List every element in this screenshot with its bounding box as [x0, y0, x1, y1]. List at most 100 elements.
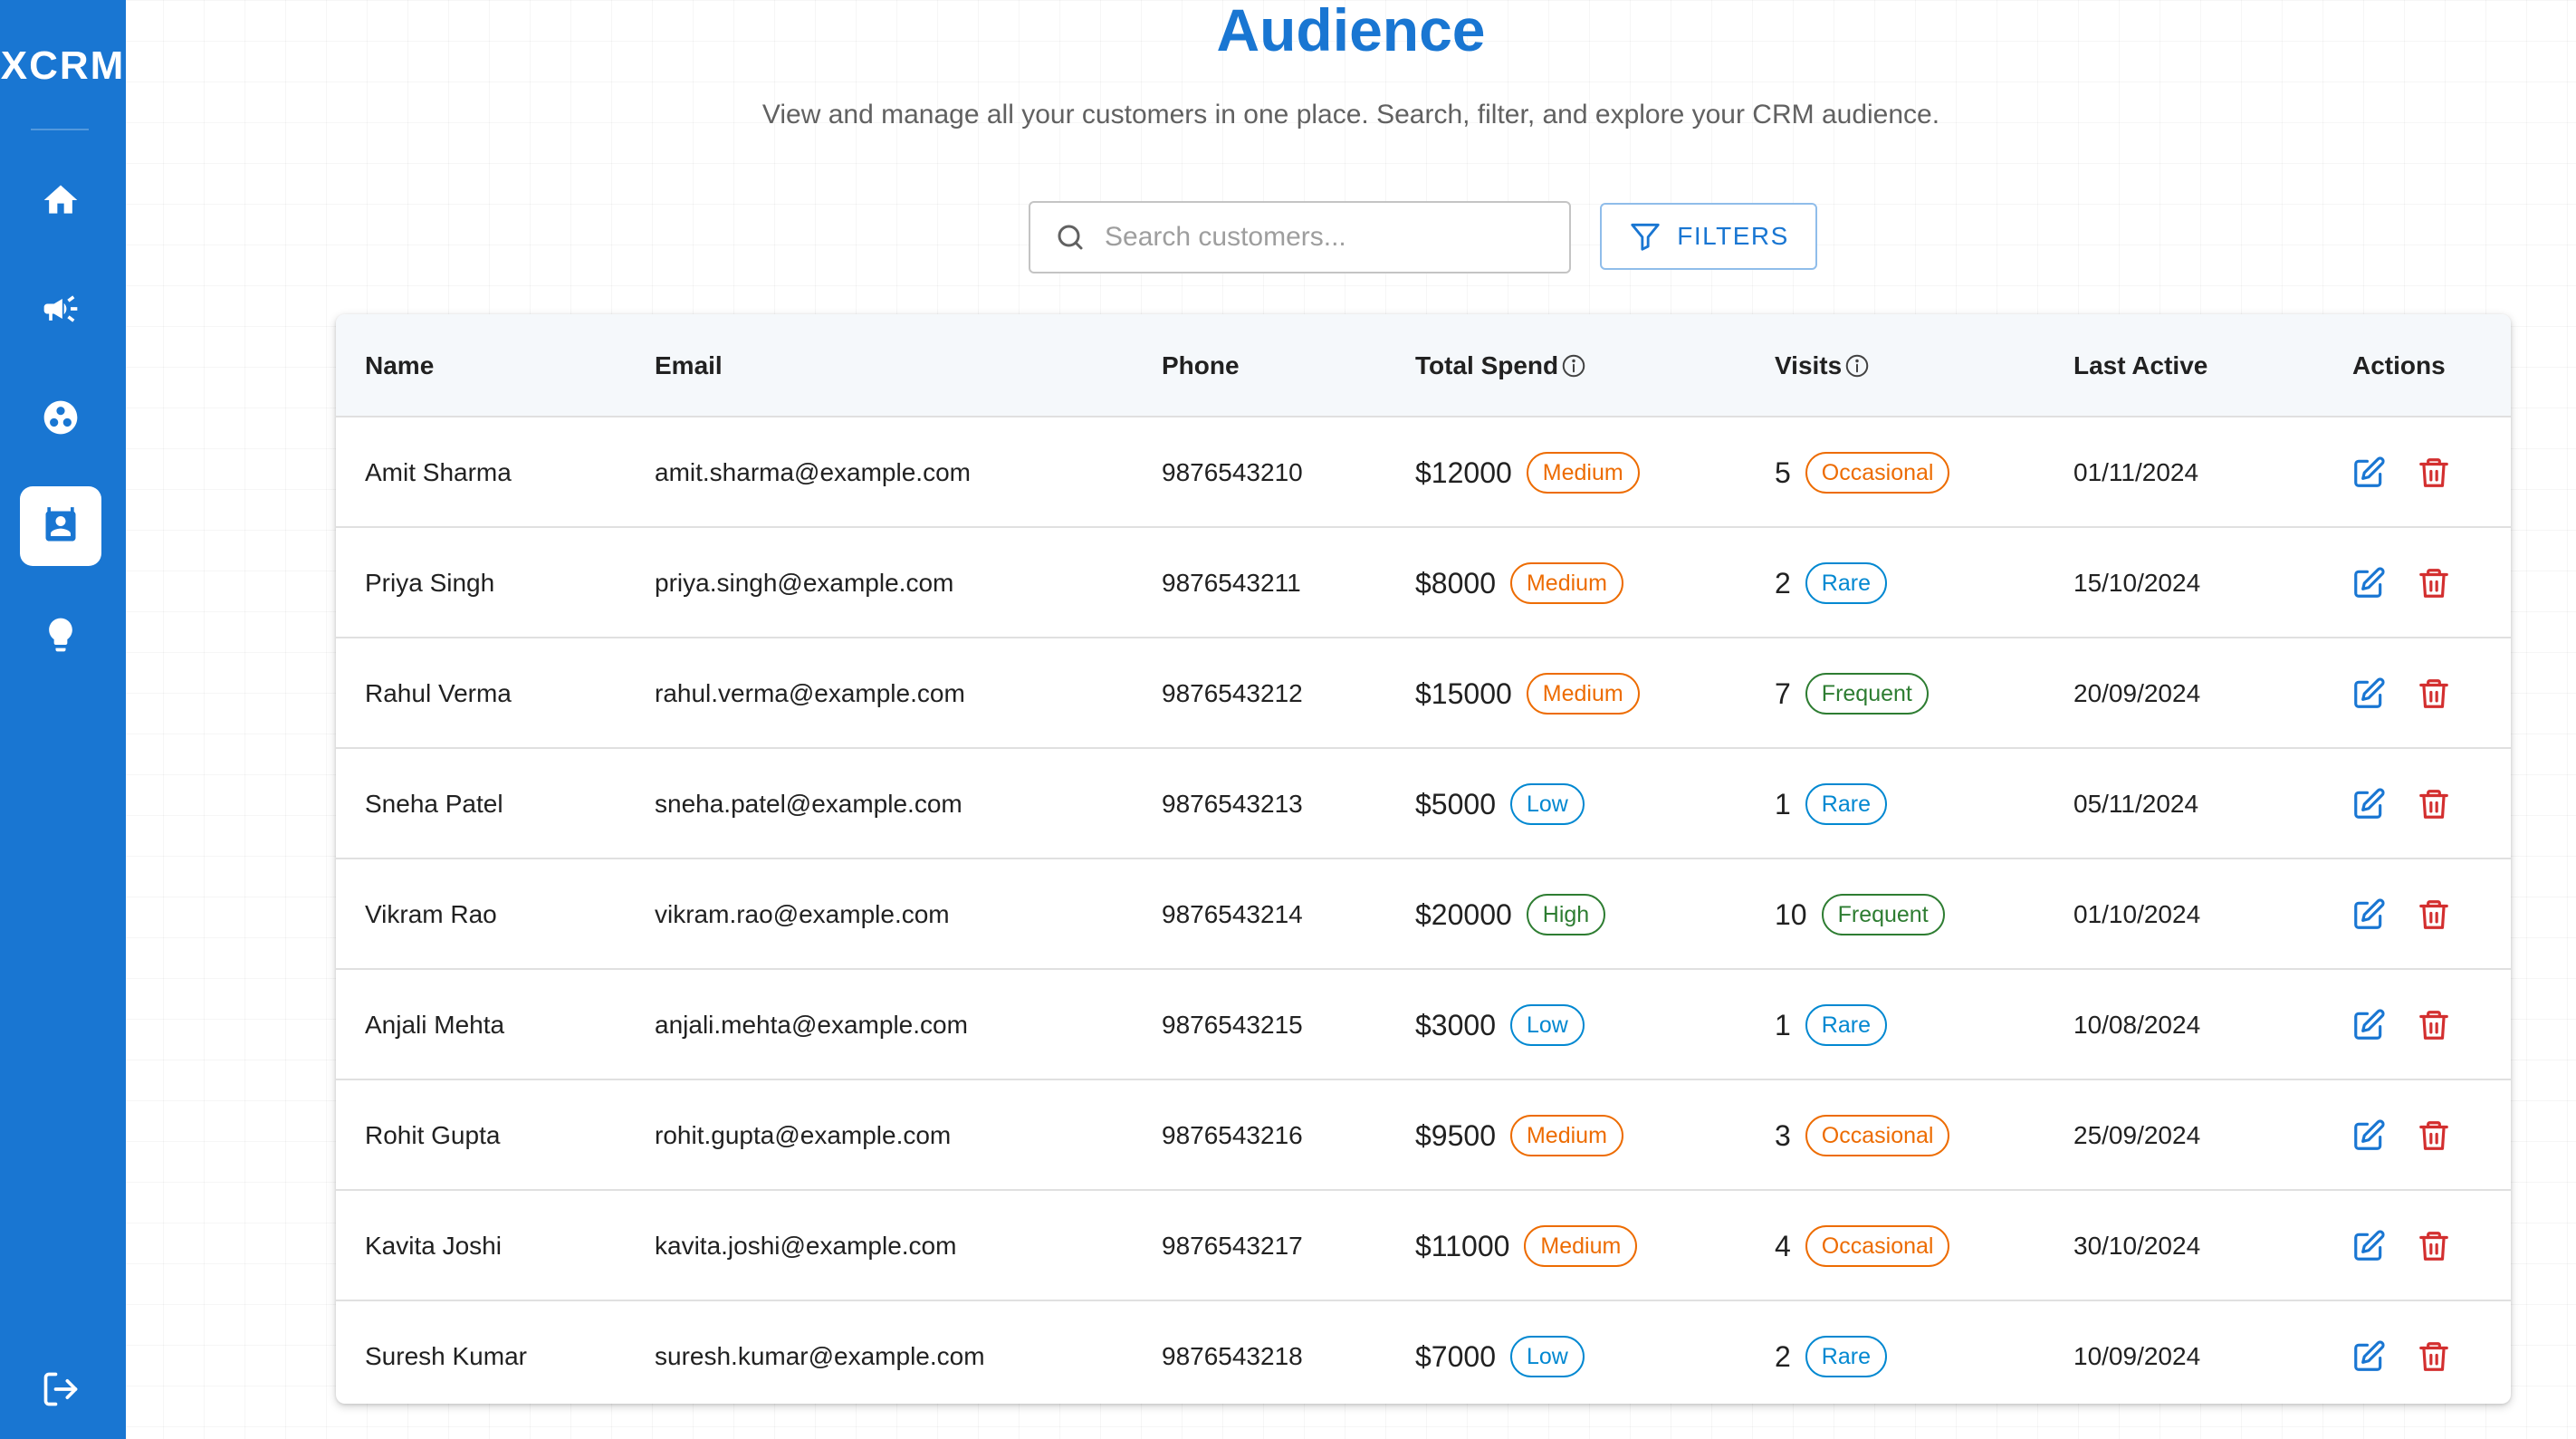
delete-button[interactable] [2417, 1301, 2451, 1404]
total-spend-value: $7000 [1415, 1339, 1496, 1373]
table-row: Priya Singh priya.singh@example.com 987654… [336, 528, 2511, 638]
sidebar-item-segments[interactable] [20, 378, 101, 457]
logout-button[interactable] [20, 1349, 101, 1429]
delete-button[interactable] [2417, 1080, 2451, 1191]
visits-value: 2 [1775, 1339, 1791, 1373]
segments-icon [43, 400, 78, 435]
visits-cell: 1 Rare [1775, 970, 1887, 1080]
visits-value: 3 [1775, 1118, 1791, 1152]
table-row: Kavita Joshi kavita.joshi@example.com 9876… [336, 1191, 2511, 1301]
edit-button[interactable] [2351, 859, 2386, 970]
column-header-phone[interactable]: Phone [1162, 314, 1240, 417]
filters-button[interactable]: FILTERS [1600, 203, 1817, 270]
spend-tier-badge: Low [1509, 1004, 1585, 1046]
column-header-last-active[interactable]: Last Active [2073, 314, 2207, 417]
edit-icon [2351, 1118, 2386, 1153]
total-spend-cell: $15000 Medium [1415, 638, 1640, 749]
customer-name: Amit Sharma [365, 458, 512, 486]
search-icon [1058, 225, 1083, 250]
edit-button[interactable] [2351, 1301, 2386, 1404]
customer-name: Rahul Verma [365, 679, 512, 707]
visit-tier-badge: Rare [1805, 783, 1887, 825]
last-active-date: 01/10/2024 [2073, 900, 2201, 928]
visits-cell: 4 Occasional [1775, 1191, 1950, 1301]
delete-button[interactable] [2417, 970, 2451, 1080]
table-header: Name Email Phone Total Spend Visits Last… [336, 314, 2511, 417]
customer-phone: 9876543215 [1162, 1011, 1303, 1039]
spend-tier-badge: High [1526, 894, 1606, 935]
visits-cell: 2 Rare [1775, 528, 1887, 638]
delete-icon [2417, 897, 2451, 932]
customer-phone: 9876543213 [1162, 790, 1303, 818]
search-input[interactable] [1105, 222, 1539, 253]
edit-button[interactable] [2351, 417, 2386, 528]
sidebar: XCRM [0, 0, 126, 1439]
brand-divider [31, 129, 89, 130]
total-spend-value: $5000 [1415, 787, 1496, 820]
edit-icon [2351, 566, 2386, 600]
customer-phone: 9876543211 [1162, 569, 1301, 597]
spend-tier-badge: Low [1509, 1336, 1585, 1377]
customer-name: Sneha Patel [365, 790, 503, 818]
customer-phone: 9876543218 [1162, 1342, 1303, 1370]
edit-button[interactable] [2351, 638, 2386, 749]
column-header-actions: Actions [2352, 351, 2446, 379]
spend-tier-badge: Medium [1509, 1115, 1623, 1156]
edit-button[interactable] [2351, 749, 2386, 859]
delete-button[interactable] [2417, 1191, 2451, 1301]
spend-tier-badge: Medium [1524, 1225, 1638, 1267]
total-spend-value: $3000 [1415, 1008, 1496, 1041]
visit-tier-badge: Occasional [1805, 1115, 1950, 1156]
delete-button[interactable] [2417, 417, 2451, 528]
sidebar-item-insights[interactable] [20, 595, 101, 675]
visits-cell: 10 Frequent [1775, 859, 1945, 970]
edit-button[interactable] [2351, 970, 2386, 1080]
sidebar-item-home[interactable] [20, 160, 101, 240]
edit-icon [2351, 1008, 2386, 1042]
total-spend-cell: $5000 Low [1415, 749, 1585, 859]
total-spend-value: $12000 [1415, 456, 1512, 489]
delete-button[interactable] [2417, 749, 2451, 859]
table-row: Amit Sharma amit.sharma@example.com 987654… [336, 417, 2511, 528]
table-row: Rahul Verma rahul.verma@example.com 987654… [336, 638, 2511, 749]
delete-icon [2417, 1339, 2451, 1374]
customer-email: priya.singh@example.com [655, 569, 954, 597]
spend-tier-badge: Medium [1526, 673, 1640, 715]
visits-cell: 1 Rare [1775, 749, 1887, 859]
search-field[interactable] [1029, 201, 1571, 273]
delete-icon [2417, 787, 2451, 821]
edit-icon [2351, 1229, 2386, 1263]
column-header-name[interactable]: Name [365, 314, 434, 417]
visit-tier-badge: Rare [1805, 1004, 1887, 1046]
last-active-date: 01/11/2024 [2073, 458, 2199, 486]
delete-button[interactable] [2417, 528, 2451, 638]
sidebar-item-audience[interactable] [20, 486, 101, 566]
logout-icon [43, 1372, 78, 1406]
visit-tier-badge: Occasional [1805, 452, 1950, 494]
delete-button[interactable] [2417, 859, 2451, 970]
column-header-visits[interactable]: Visits [1775, 314, 1871, 417]
page-subtitle: View and manage all your customers in on… [761, 100, 1940, 130]
visit-tier-badge: Frequent [1821, 894, 1945, 935]
total-spend-cell: $12000 Medium [1415, 417, 1640, 528]
info-icon[interactable] [1560, 352, 1587, 379]
table-row: Suresh Kumar suresh.kumar@example.com 9876… [336, 1301, 2511, 1404]
sidebar-item-campaigns[interactable] [20, 269, 101, 349]
customer-email: suresh.kumar@example.com [655, 1342, 985, 1370]
column-header-total-spend[interactable]: Total Spend [1415, 314, 1587, 417]
last-active-date: 20/09/2024 [2073, 679, 2201, 707]
visits-value: 7 [1775, 676, 1791, 710]
delete-button[interactable] [2417, 638, 2451, 749]
visits-cell: 2 Rare [1775, 1301, 1887, 1404]
edit-button[interactable] [2351, 528, 2386, 638]
last-active-date: 05/11/2024 [2073, 790, 2199, 818]
visit-tier-badge: Frequent [1805, 673, 1929, 715]
visits-value: 1 [1775, 1008, 1791, 1041]
info-icon[interactable] [1843, 352, 1871, 379]
home-icon [43, 185, 78, 214]
column-header-email[interactable]: Email [655, 314, 723, 417]
edit-button[interactable] [2351, 1191, 2386, 1301]
edit-button[interactable] [2351, 1080, 2386, 1191]
last-active-date: 10/09/2024 [2073, 1342, 2201, 1370]
visits-value: 1 [1775, 787, 1791, 820]
